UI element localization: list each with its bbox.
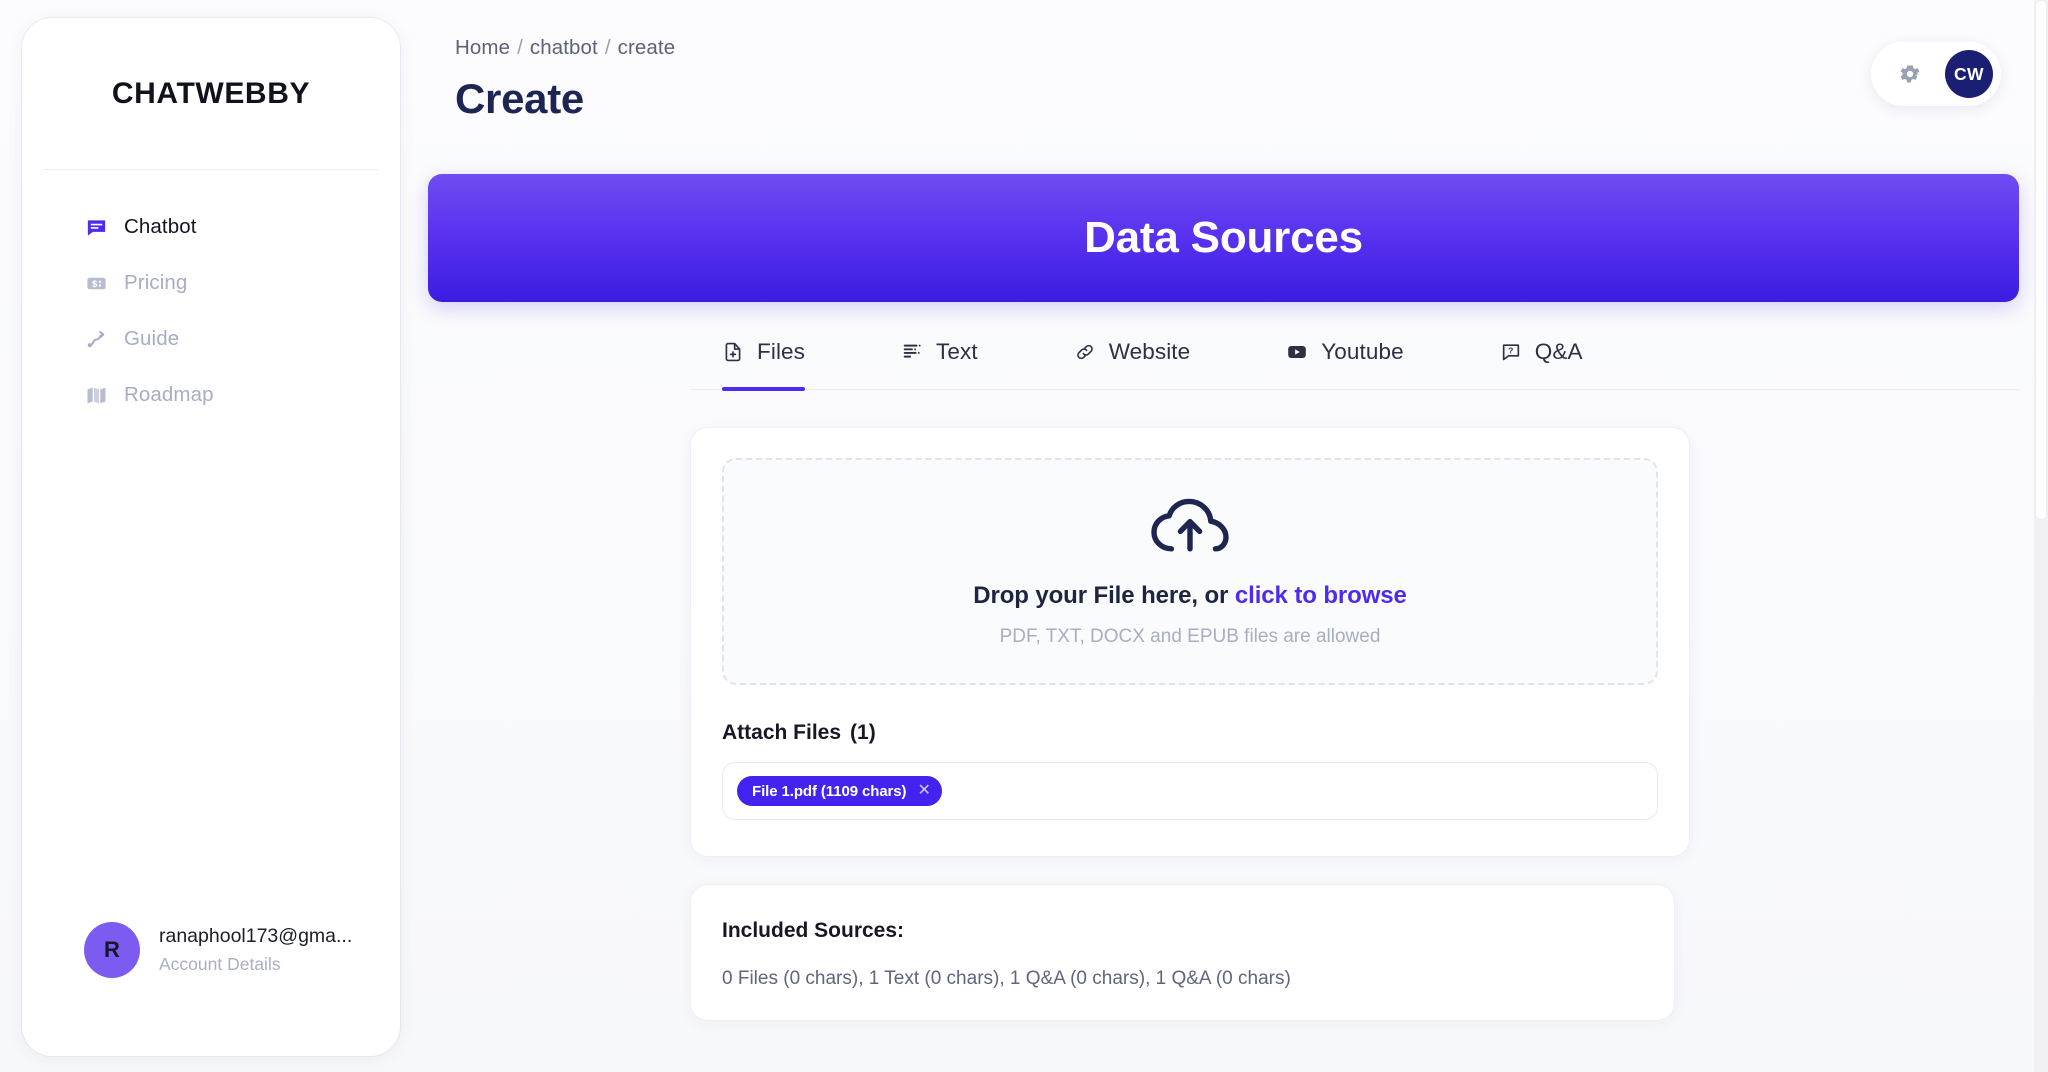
dropzone-hint: PDF, TXT, DOCX and EPUB files are allowe… [999, 625, 1381, 647]
user-menu-pill[interactable]: CW [1871, 42, 2001, 106]
data-sources-banner: Data Sources [428, 174, 2019, 302]
tab-label: Website [1108, 339, 1191, 364]
account-email: ranaphool173@gma... [159, 925, 353, 947]
banner-title: Data Sources [1084, 213, 1363, 262]
sidebar-item-label: Chatbot [124, 215, 197, 238]
sidebar-item-label: Roadmap [124, 383, 214, 406]
tab-label: Youtube [1321, 339, 1404, 364]
sidebar-item-chatbot[interactable]: Chatbot [22, 202, 400, 252]
file-plus-icon [722, 341, 744, 363]
tab-label: Text [936, 339, 978, 364]
youtube-play-icon [1286, 341, 1308, 363]
dropzone-prompt: Drop your File here, or click to browse [973, 582, 1407, 610]
tab-label: Q&A [1534, 339, 1583, 364]
gear-icon[interactable] [1897, 61, 1923, 87]
link-icon [1074, 341, 1096, 363]
svg-text:$: $ [92, 279, 97, 289]
included-sources-summary: 0 Files (0 chars), 1 Text (0 chars), 1 Q… [722, 968, 1291, 989]
tab-youtube[interactable]: Youtube [1286, 339, 1404, 389]
avatar: R [84, 922, 140, 978]
attach-files-count: (1) [850, 721, 876, 744]
account-text: ranaphool173@gma... Account Details [159, 925, 352, 975]
close-icon[interactable]: ✕ [917, 783, 930, 799]
sidebar-item-label: Guide [124, 327, 180, 350]
price-card-icon: $ [84, 271, 108, 295]
question-bubble-icon: ? [1500, 341, 1522, 363]
file-chip-label: File 1.pdf (1109 chars) [752, 782, 907, 800]
topbar: Home / chatbot / create Create CW [400, 0, 2048, 158]
tab-website[interactable]: Website [1074, 339, 1191, 389]
source-type-tabs: Files Text Website Youtube ? Q&A [690, 339, 2019, 391]
app-root: CHATWEBBY Chatbot $ Pricing Guide Roadma… [0, 0, 2048, 1072]
browse-files-link[interactable]: click to browse [1235, 582, 1407, 609]
sidebar-item-roadmap[interactable]: Roadmap [22, 370, 400, 420]
sidebar-item-label: Pricing [124, 271, 188, 294]
route-arrow-icon [84, 327, 108, 351]
account-details-button[interactable]: R ranaphool173@gma... Account Details [22, 922, 400, 1056]
dropzone-prompt-prefix: Drop your File here, or [973, 581, 1235, 609]
breadcrumb-item-chatbot[interactable]: chatbot [530, 36, 598, 60]
tab-label: Files [757, 339, 806, 364]
map-icon [84, 383, 108, 407]
sidebar-item-guide[interactable]: Guide [22, 314, 400, 364]
file-dropzone[interactable]: Drop your File here, or click to browse … [722, 458, 1658, 685]
breadcrumb-item-home[interactable]: Home [455, 36, 510, 60]
sidebar: CHATWEBBY Chatbot $ Pricing Guide Roadma… [22, 18, 400, 1056]
breadcrumb-separator: / [604, 36, 611, 59]
attach-files-label: Attach Files [722, 721, 842, 744]
tab-text[interactable]: Text [901, 339, 978, 389]
user-avatar[interactable]: CW [1945, 50, 1993, 98]
main-content: Home / chatbot / create Create CW Data S… [400, 0, 2048, 1072]
breadcrumb: Home / chatbot / create [455, 36, 2048, 60]
included-sources-card: Included Sources: 0 Files (0 chars), 1 T… [690, 884, 1675, 1021]
text-lines-icon [901, 341, 923, 363]
chat-bubble-icon [84, 215, 108, 239]
account-subtitle: Account Details [159, 954, 281, 974]
included-sources-title: Included Sources: [722, 919, 905, 942]
breadcrumb-separator: / [517, 36, 523, 59]
page-title: Create [455, 75, 584, 122]
breadcrumb-item-create[interactable]: create [618, 36, 676, 60]
attach-files-header: Attach Files (1) [722, 721, 1658, 745]
sidebar-item-pricing[interactable]: $ Pricing [22, 258, 400, 308]
tab-files[interactable]: Files [722, 339, 806, 391]
page-scrollbar-thumb[interactable] [2035, 0, 2047, 520]
page-scrollbar-track[interactable] [2034, 0, 2048, 1072]
files-panel-card: Drop your File here, or click to browse … [690, 427, 1690, 857]
file-chip[interactable]: File 1.pdf (1109 chars) ✕ [737, 776, 942, 806]
sidebar-nav: Chatbot $ Pricing Guide Roadmap [22, 170, 400, 420]
tab-qa[interactable]: ? Q&A [1500, 339, 1583, 389]
brand-area: CHATWEBBY [44, 18, 378, 170]
cloud-upload-icon [1147, 496, 1233, 563]
brand-logo-text: CHATWEBBY [111, 76, 311, 110]
attached-files-box[interactable]: File 1.pdf (1109 chars) ✕ [722, 762, 1658, 820]
svg-text:?: ? [1508, 345, 1513, 355]
